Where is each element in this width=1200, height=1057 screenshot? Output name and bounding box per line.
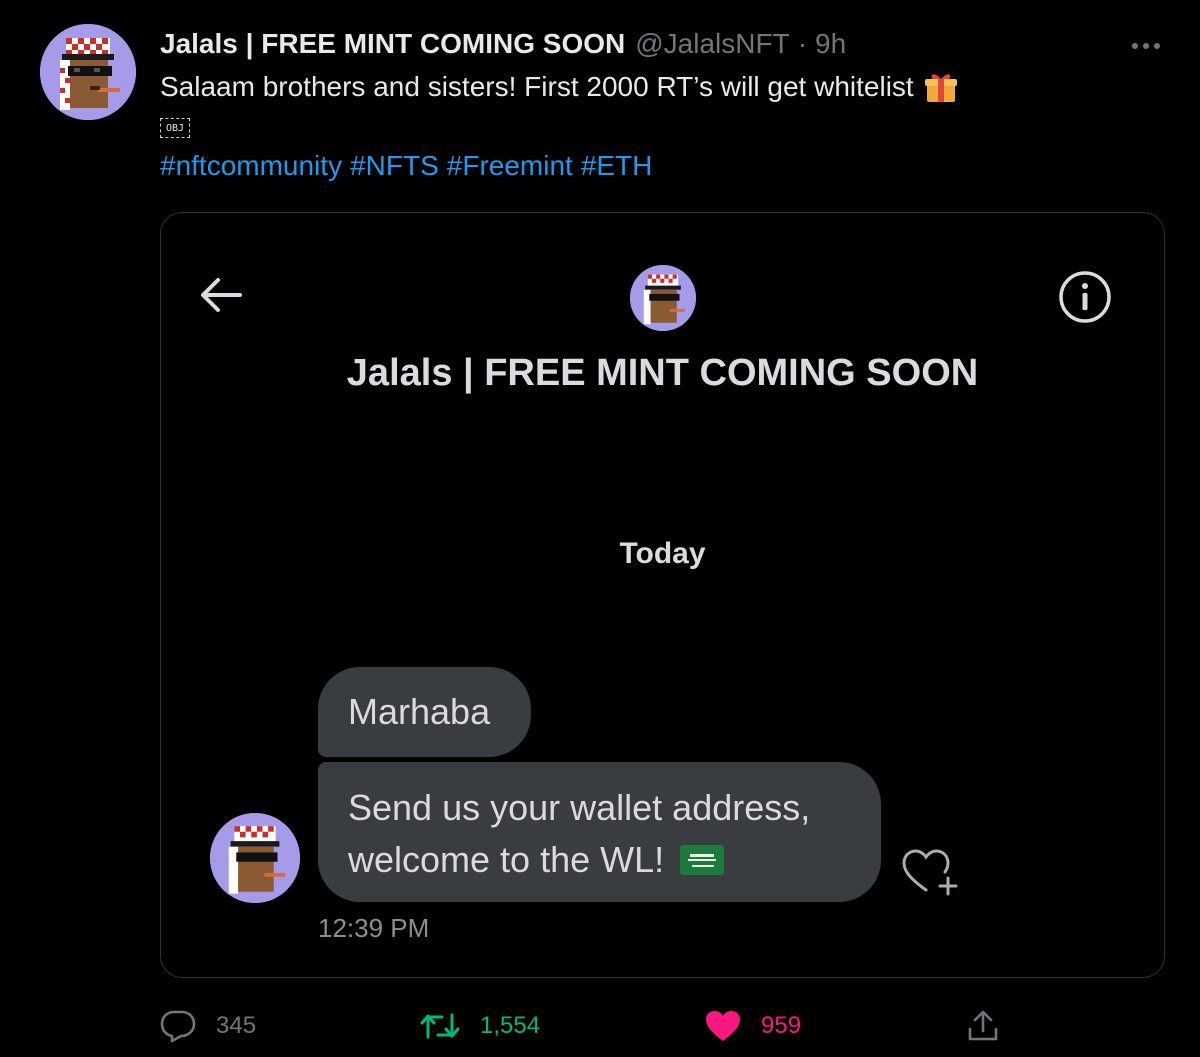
dm-info-button <box>1058 270 1112 324</box>
dm-day-label: Today <box>619 537 706 570</box>
dm-message-bubble: Send us your wallet address, welcome to … <box>318 762 881 902</box>
hashtag-link[interactable]: #Freemint <box>447 150 573 181</box>
back-arrow-icon <box>201 278 242 312</box>
more-icon <box>1132 43 1160 49</box>
header-separator: · <box>797 28 808 59</box>
hashtag-link[interactable]: #ETH <box>581 150 653 181</box>
heart-filled-icon <box>706 1011 740 1041</box>
more-options-button[interactable] <box>1128 28 1164 64</box>
dm-header-avatar <box>630 265 696 331</box>
tweet-header: Jalals | FREE MINT COMING SOON @JalalsNF… <box>160 28 846 64</box>
object-placeholder-glyph: OBJ <box>160 118 190 138</box>
pixel-avatar-image <box>630 265 696 331</box>
dm-message-bubble: Marhaba <box>318 667 531 757</box>
dm-sender-avatar <box>210 813 300 903</box>
reply-count: 345 <box>216 1012 257 1039</box>
saudi-flag-emoji-icon <box>680 845 725 875</box>
gift-emoji-icon <box>924 74 957 102</box>
share-icon <box>968 1010 998 1041</box>
heart-plus-icon <box>902 849 958 896</box>
hashtag-link[interactable]: #NFTS <box>350 150 439 181</box>
hashtag-list: #nftcommunity #NFTS #Freemint #ETH <box>160 150 660 182</box>
tweet-text: Salaam brothers and sisters! First 2000 … <box>160 70 958 104</box>
reply-icon <box>160 1010 196 1043</box>
dm-message-line: Send us your wallet address, <box>348 787 811 828</box>
dm-message-text: Marhaba <box>348 691 491 732</box>
retweet-button[interactable]: 1,554 <box>420 1006 540 1046</box>
dm-react-button <box>900 848 962 898</box>
share-button[interactable] <box>966 1006 1000 1046</box>
like-count: 959 <box>761 1012 802 1039</box>
pixel-avatar-image <box>210 813 300 903</box>
retweet-icon <box>420 1013 460 1039</box>
author-handle[interactable]: @JalalsNFT <box>635 28 789 60</box>
tweet-time[interactable]: 9h <box>815 28 846 60</box>
dm-message-text: welcome to the WL! <box>348 839 665 880</box>
dm-message-time: 12:39 PM <box>318 913 430 943</box>
retweet-count: 1,554 <box>480 1012 541 1039</box>
dm-conversation-title: Jalals | FREE MINT COMING SOON <box>346 352 979 394</box>
like-button[interactable]: 959 <box>705 1006 801 1046</box>
author-display-name[interactable]: Jalals | FREE MINT COMING SOON <box>160 28 625 60</box>
info-icon <box>1059 271 1111 323</box>
dm-back-button <box>198 275 244 315</box>
reply-button[interactable]: 345 <box>160 1006 256 1046</box>
dm-message-line: welcome to the WL! <box>348 834 851 886</box>
hashtag-link[interactable]: #nftcommunity <box>160 150 342 181</box>
author-avatar[interactable] <box>40 24 136 120</box>
tweet: Jalals | FREE MINT COMING SOON @JalalsNF… <box>0 0 1200 1057</box>
pixel-avatar-image <box>40 24 136 120</box>
tweet-text-body: Salaam brothers and sisters! First 2000 … <box>160 71 914 102</box>
